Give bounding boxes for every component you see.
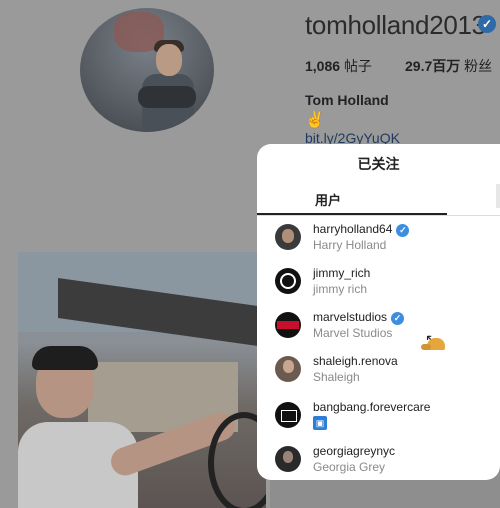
row-handle-wrap: marvelstudios ✓	[313, 310, 405, 325]
row-handle: bangbang.forevercare	[313, 400, 431, 414]
avatar	[275, 224, 301, 250]
verified-badge-icon: ✓	[391, 312, 405, 325]
avatar	[275, 446, 301, 472]
sheet-title: 已关注	[357, 156, 400, 172]
posts-count: 1,086	[305, 58, 341, 74]
peace-sign-icon: ✌	[305, 112, 325, 129]
snail-sticker-icon	[421, 338, 445, 350]
followers-count: 29.7百万	[405, 58, 461, 74]
posts-stat[interactable]: 1,086 帖子	[305, 56, 372, 76]
avatar	[275, 356, 301, 382]
posts-label: 帖子	[343, 58, 372, 74]
profile-username: tomholland2013	[305, 10, 486, 40]
row-handle: shaleigh.renova	[313, 354, 398, 368]
following-row[interactable]: georgiagreynyc Georgia Grey	[257, 440, 500, 480]
followers-label: 粉丝	[464, 58, 493, 74]
row-handle: harryholland64	[313, 222, 393, 236]
row-name: Georgia Grey	[313, 460, 386, 474]
followers-stat[interactable]: 29.7百万 粉丝	[405, 56, 492, 76]
post-thumbnail[interactable]	[18, 252, 266, 508]
verified-badge-icon: ✓	[396, 224, 410, 237]
following-row[interactable]: jimmy_rich jimmy rich	[257, 262, 500, 306]
tab-divider	[257, 215, 500, 216]
row-handle: jimmy_rich	[313, 266, 371, 280]
following-row[interactable]: marvelstudios✓ Marvel Studios ↖	[257, 306, 500, 350]
avatar-head	[156, 44, 182, 76]
row-name: jimmy rich	[313, 282, 367, 296]
avatar-arms	[138, 86, 196, 108]
verified-badge-icon: ✓	[478, 15, 496, 33]
row-handle-wrap: harryholland64 ✓	[313, 222, 410, 237]
blue-square-icon: ▣	[313, 416, 327, 430]
tab-users[interactable]: 用户	[315, 190, 341, 209]
tab-next-edge[interactable]	[496, 184, 500, 208]
following-sheet: 已关注 用户 harryholland64 ✓ Harry Holland jim…	[257, 144, 500, 480]
profile-full-name: Tom Holland	[305, 92, 389, 108]
following-row[interactable]: shaleigh.renova Shaleigh	[257, 350, 500, 394]
row-handle: georgiagreynyc	[313, 444, 396, 458]
row-name: Shaleigh	[313, 370, 360, 384]
row-handle: marvelstudios	[313, 310, 388, 324]
following-row[interactable]: harryholland64 ✓ Harry Holland	[257, 218, 500, 262]
photo-cap	[32, 346, 98, 370]
row-name: Marvel Studios	[313, 326, 393, 340]
following-row[interactable]: bangbang.forevercare ▣	[257, 396, 500, 440]
avatar	[275, 268, 301, 294]
marvel-logo-icon	[275, 312, 301, 338]
profile-avatar[interactable]	[80, 8, 214, 132]
bangbang-logo-icon	[275, 402, 301, 428]
row-name: Harry Holland	[313, 238, 387, 252]
